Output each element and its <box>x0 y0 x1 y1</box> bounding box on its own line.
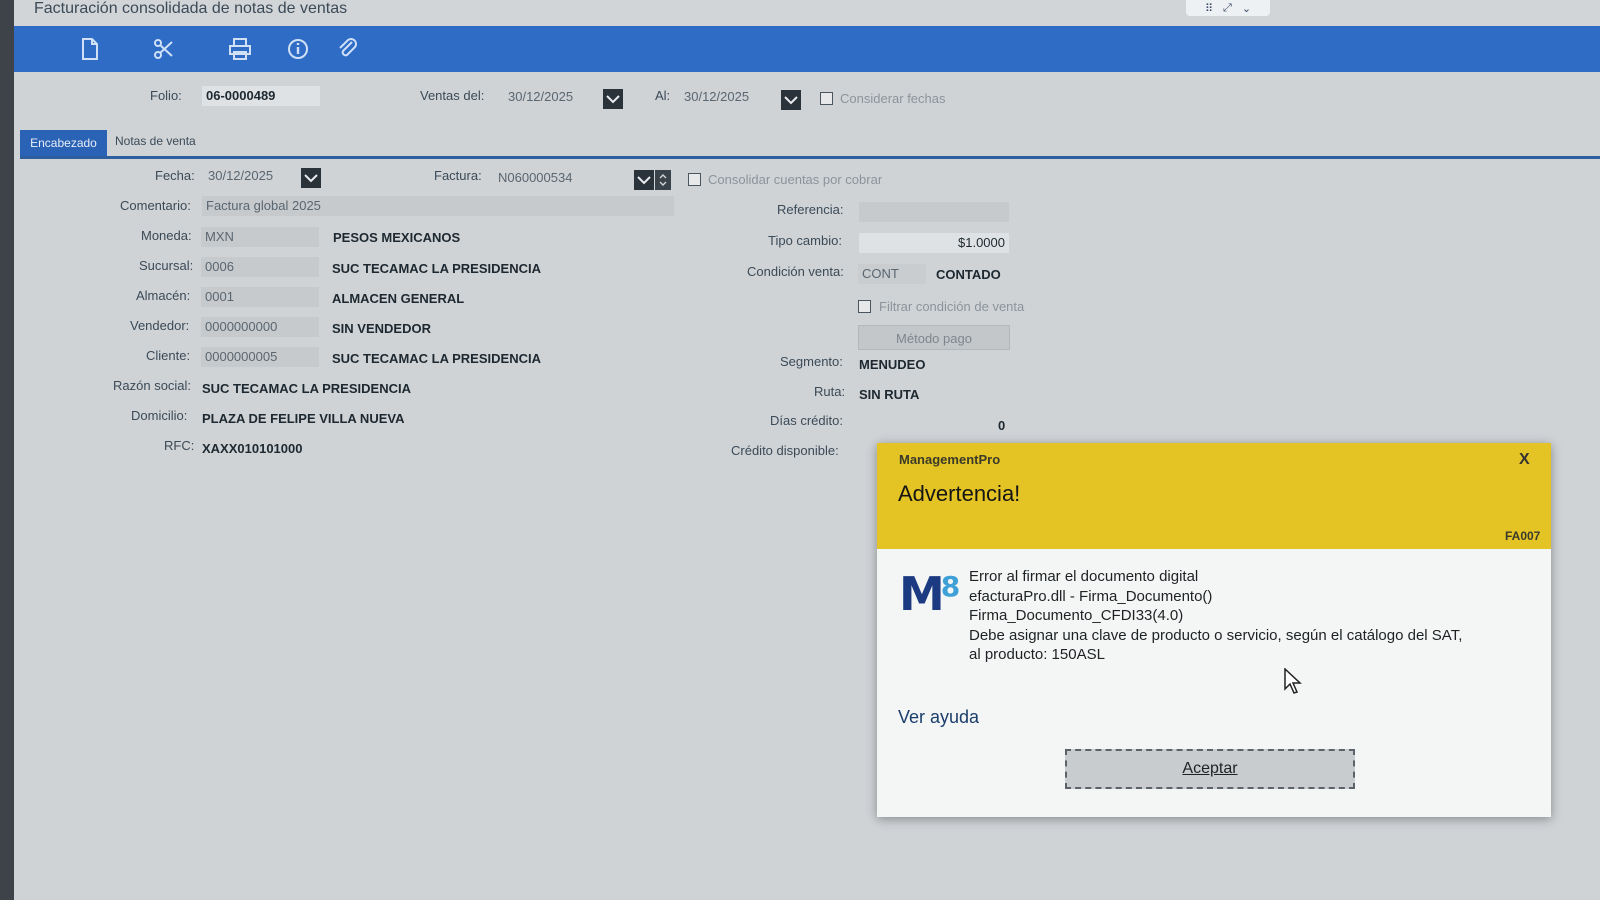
considerar-fechas-label: Considerar fechas <box>840 91 946 106</box>
window-controls[interactable]: ⠿ ⤢ ⌄ <box>1186 0 1270 16</box>
info-icon[interactable] <box>284 35 312 63</box>
cliente-name: SUC TECAMAC LA PRESIDENCIA <box>332 351 541 366</box>
ventas-del-input[interactable]: 30/12/2025 <box>504 87 604 107</box>
logo-letter: M <box>899 567 945 621</box>
dialog-message: Error al firmar el documento digital efa… <box>969 567 1462 665</box>
al-label: Al: <box>655 88 671 103</box>
dialog-app-name: ManagementPro <box>899 452 1001 467</box>
tab-divider <box>20 156 1600 159</box>
tipo-cambio-input[interactable]: $1.0000 <box>859 233 1009 253</box>
tab-encabezado[interactable]: Encabezado <box>20 130 107 156</box>
moneda-label: Moneda: <box>141 228 192 243</box>
moneda-code-input[interactable]: MXN <box>201 227 319 247</box>
message-line: al producto: 150ASL <box>969 646 1105 663</box>
domicilio-label: Domicilio: <box>131 408 188 423</box>
chevron-down-icon <box>304 174 318 183</box>
chevron-down-icon[interactable]: ⌄ <box>1242 2 1251 15</box>
folio-label: Folio: <box>150 88 182 103</box>
segmento-value: MENUDEO <box>859 357 926 372</box>
condicion-venta-label: Condición venta: <box>747 264 844 279</box>
factura-input[interactable]: N060000534 <box>494 168 634 188</box>
almacen-label: Almacén: <box>136 288 191 303</box>
message-line: Error al firmar el documento digital <box>969 568 1199 585</box>
resize-icon[interactable]: ⤢ <box>1223 2 1232 15</box>
filtrar-condicion-label: Filtrar condición de venta <box>879 299 1025 314</box>
mouse-cursor-icon <box>1284 667 1302 699</box>
credito-disponible-label: Crédito disponible: <box>731 443 839 458</box>
factura-dropdown[interactable] <box>634 170 654 190</box>
dialog-header: ManagementPro Advertencia! X FA007 <box>877 443 1551 549</box>
chevron-down-icon <box>784 96 798 105</box>
dias-credito-value: 0 <box>998 418 1006 433</box>
consolidar-cuentas-checkbox[interactable] <box>688 173 701 186</box>
sucursal-name: SUC TECAMAC LA PRESIDENCIA <box>332 261 541 276</box>
metodo-pago-button[interactable]: Método pago <box>858 325 1010 350</box>
vendedor-name: SIN VENDEDOR <box>332 321 431 336</box>
message-line: efacturaPro.dll - Firma_Documento() <box>969 587 1213 605</box>
vendedor-code-input[interactable]: 0000000000 <box>201 317 319 337</box>
new-document-icon[interactable] <box>76 35 104 63</box>
sucursal-label: Sucursal: <box>139 258 194 273</box>
domicilio-value: PLAZA DE FELIPE VILLA NUEVA <box>202 411 405 426</box>
comentario-input[interactable]: Factura global 2025 <box>202 196 674 216</box>
fecha-input[interactable]: 30/12/2025 <box>204 166 296 186</box>
window-left-edge <box>0 0 14 900</box>
accept-button[interactable]: Aceptar <box>1065 749 1355 789</box>
al-dropdown[interactable] <box>781 90 801 110</box>
window-title: Facturación consolidada de notas de vent… <box>34 0 348 17</box>
fecha-dropdown[interactable] <box>301 168 321 188</box>
condicion-name: CONTADO <box>936 267 1001 282</box>
help-link[interactable]: Ver ayuda <box>898 707 979 728</box>
chevron-down-icon <box>606 95 620 104</box>
vendedor-label: Vendedor: <box>130 318 190 333</box>
message-line: Debe asignar una clave de producto o ser… <box>969 626 1463 644</box>
factura-label: Factura: <box>434 168 482 183</box>
grid-icon[interactable]: ⠿ <box>1205 2 1213 15</box>
ventas-del-label: Ventas del: <box>420 88 485 103</box>
title-bar: Facturación consolidada de notas de vent… <box>14 0 1600 26</box>
spinner-icon <box>659 174 667 186</box>
almacen-name: ALMACEN GENERAL <box>332 291 465 306</box>
ruta-value: SIN RUTA <box>859 387 920 402</box>
toolbar <box>14 26 1600 72</box>
folio-input[interactable]: 06-0000489 <box>202 86 320 106</box>
message-line: Firma_Documento_CFDI33(4.0) <box>969 607 1184 624</box>
logo-sub: 8 <box>940 570 961 603</box>
filtrar-condicion-checkbox[interactable] <box>858 300 871 313</box>
razon-social-label: Razón social: <box>113 378 192 393</box>
factura-spinner[interactable] <box>655 170 671 190</box>
almacen-code-input[interactable]: 0001 <box>201 287 319 307</box>
cliente-code-input[interactable]: 0000000005 <box>201 347 319 367</box>
al-input[interactable]: 30/12/2025 <box>680 87 780 107</box>
razon-social-value: SUC TECAMAC LA PRESIDENCIA <box>202 381 411 396</box>
close-icon[interactable]: X <box>1519 451 1530 469</box>
scissors-icon[interactable] <box>150 35 178 63</box>
tipo-cambio-label: Tipo cambio: <box>768 233 842 248</box>
condicion-code-input[interactable]: CONT <box>858 264 926 284</box>
ventas-del-dropdown[interactable] <box>603 89 623 109</box>
dialog-error-code: FA007 <box>1505 529 1541 543</box>
cliente-label: Cliente: <box>146 348 191 363</box>
referencia-input[interactable] <box>859 202 1009 222</box>
moneda-name: PESOS MEXICANOS <box>333 230 461 245</box>
warning-dialog: ManagementPro Advertencia! X FA007 M8 Er… <box>877 443 1551 817</box>
considerar-fechas-checkbox[interactable] <box>820 92 833 105</box>
referencia-label: Referencia: <box>777 202 844 217</box>
segmento-label: Segmento: <box>780 354 843 369</box>
dialog-title: Advertencia! <box>898 481 1021 506</box>
consolidar-cuentas-label: Consolidar cuentas por cobrar <box>708 172 883 187</box>
ruta-label: Ruta: <box>814 384 846 399</box>
dias-credito-label: Días crédito: <box>770 413 843 428</box>
tab-notas-de-venta[interactable]: Notas de venta <box>115 134 196 148</box>
sucursal-code-input[interactable]: 0006 <box>201 257 319 277</box>
comentario-label: Comentario: <box>120 198 191 213</box>
print-icon[interactable] <box>226 35 254 63</box>
attach-icon[interactable] <box>334 35 362 63</box>
app-logo: M8 <box>899 567 960 621</box>
chevron-down-icon <box>637 176 651 185</box>
fecha-label: Fecha: <box>155 168 195 183</box>
rfc-value: XAXX010101000 <box>202 441 303 456</box>
rfc-label: RFC: <box>164 438 195 453</box>
